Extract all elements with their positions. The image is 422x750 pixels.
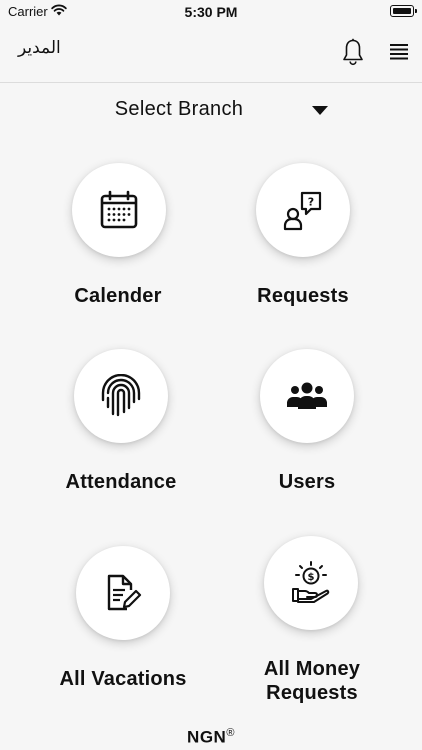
menu-icon[interactable]	[389, 41, 409, 61]
tile-users-label: Users	[278, 471, 336, 493]
status-bar: Carrier 5:30 PM	[0, 0, 422, 24]
calendar-icon	[100, 190, 138, 229]
battery-icon	[390, 5, 417, 17]
money-hand-icon: $	[292, 561, 330, 603]
header-divider	[0, 82, 422, 83]
question-chat-icon: ?	[283, 191, 322, 231]
fingerprint-icon	[101, 374, 141, 417]
document-edit-icon	[107, 574, 142, 611]
battery-fill	[392, 7, 411, 14]
requests-icon-circle[interactable]: ?	[256, 163, 350, 257]
tile-attendance-label: Attendance	[65, 471, 177, 493]
vacations-icon-circle[interactable]	[76, 546, 170, 640]
attendance-icon-circle[interactable]	[74, 349, 168, 443]
app-header: المدير	[0, 28, 422, 78]
branch-selector-label: Select Branch	[114, 98, 244, 120]
bell-icon[interactable]	[342, 38, 364, 66]
brand-footer: NGN®	[0, 727, 422, 748]
tile-calender-label: Calender	[74, 285, 162, 307]
branch-selector[interactable]: Select Branch	[0, 96, 422, 126]
svg-text:$: $	[308, 572, 315, 583]
users-icon-circle[interactable]	[260, 349, 354, 443]
app-screen: Carrier 5:30 PM المدير Select Branch Cal…	[0, 0, 422, 750]
trademark-symbol: ®	[226, 727, 235, 739]
tile-all-money-requests-label: All Money Requests	[263, 658, 361, 704]
svg-text:?: ?	[308, 196, 314, 209]
status-time: 5:30 PM	[184, 4, 238, 20]
caret-down-icon	[312, 106, 328, 115]
users-icon	[287, 382, 327, 409]
calendar-icon-circle[interactable]	[72, 163, 166, 257]
tile-requests-label: Requests	[257, 285, 349, 307]
brand-name: NGN	[187, 727, 227, 747]
tile-all-vacations-label: All Vacations	[59, 668, 187, 690]
header-title: المدير	[18, 38, 61, 58]
money-requests-icon-circle[interactable]: $	[264, 536, 358, 630]
